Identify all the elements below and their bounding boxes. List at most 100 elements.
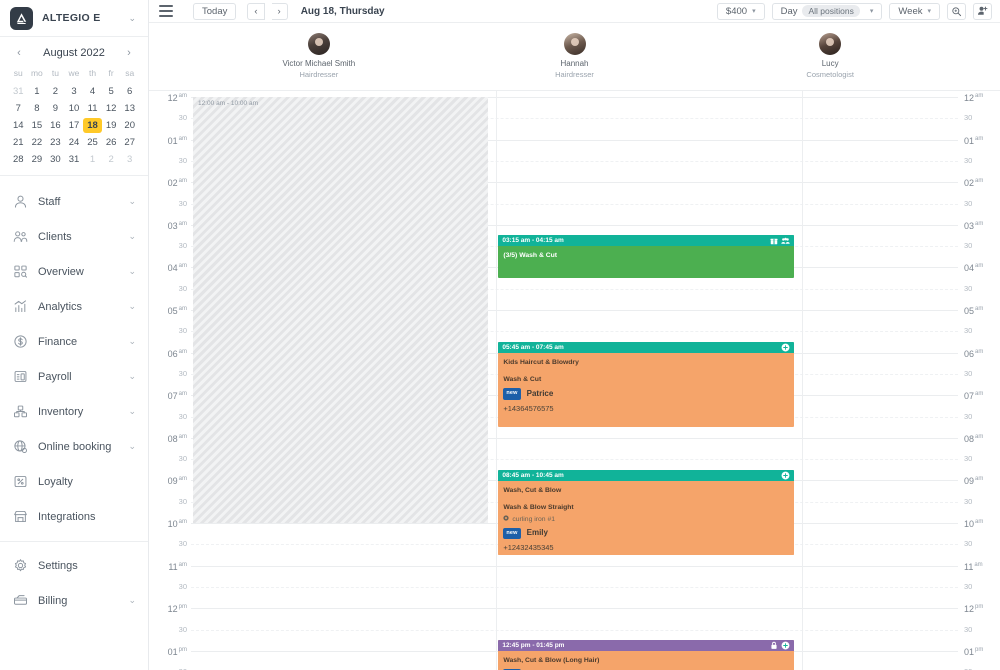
calendar-day[interactable]: 21 bbox=[9, 135, 28, 150]
time-hour: 12 bbox=[964, 93, 975, 103]
sidebar-item-label: Payroll bbox=[38, 370, 72, 383]
time-meridiem: am bbox=[178, 306, 187, 312]
hamburger-icon[interactable] bbox=[159, 5, 173, 17]
chevron-down-icon: ▾ bbox=[752, 8, 756, 15]
sidebar-item-analytics[interactable]: Analytics ⌄ bbox=[0, 289, 148, 324]
calendar-day[interactable]: 9 bbox=[46, 101, 65, 116]
chevron-down-icon[interactable]: ⌄ bbox=[128, 595, 136, 606]
calendar-day[interactable]: 3 bbox=[120, 152, 139, 167]
sidebar-item-clients[interactable]: Clients ⌄ bbox=[0, 219, 148, 254]
calendar-day[interactable]: 30 bbox=[46, 152, 65, 167]
sidebar-item-billing[interactable]: Billing ⌄ bbox=[0, 583, 148, 618]
chevron-down-icon[interactable]: ⌄ bbox=[128, 266, 136, 277]
sidebar-item-overview[interactable]: Overview ⌄ bbox=[0, 254, 148, 289]
period-select-button[interactable]: Week ▾ bbox=[889, 2, 940, 20]
calendar-day[interactable]: 2 bbox=[102, 152, 121, 167]
time-label-half: 30 bbox=[178, 411, 187, 421]
calendar-day[interactable]: 15 bbox=[28, 118, 47, 133]
calendar-day[interactable]: 23 bbox=[46, 135, 65, 150]
time-label-half: 30 bbox=[178, 113, 187, 123]
chevron-down-icon[interactable]: ⌄ bbox=[128, 336, 136, 347]
chevron-down-icon[interactable]: ⌄ bbox=[128, 196, 136, 207]
calendar-day[interactable]: 20 bbox=[120, 118, 139, 133]
next-day-button[interactable]: › bbox=[271, 2, 288, 20]
appointment-service: Wash & Cut bbox=[503, 375, 542, 383]
plus-circle-icon[interactable] bbox=[781, 641, 790, 650]
calendar-day[interactable]: 1 bbox=[28, 84, 47, 99]
sidebar-item-staff[interactable]: Staff ⌄ bbox=[0, 184, 148, 219]
calendar-day[interactable]: 13 bbox=[120, 101, 139, 116]
calendar-day[interactable]: 16 bbox=[46, 118, 65, 133]
calendar-day[interactable]: 7 bbox=[9, 101, 28, 116]
prev-day-button[interactable]: ‹ bbox=[247, 2, 265, 20]
staff-column-header[interactable]: Hannah Hairdresser bbox=[447, 23, 703, 90]
calendar-day-selected[interactable]: 18 bbox=[83, 118, 102, 133]
positions-filter-button[interactable]: Day All positions ▾ bbox=[771, 2, 883, 20]
sidebar-item-inventory[interactable]: Inventory ⌄ bbox=[0, 394, 148, 429]
calendar-day[interactable]: 29 bbox=[28, 152, 47, 167]
calendar-day[interactable]: 31 bbox=[65, 152, 84, 167]
calendar-day[interactable]: 4 bbox=[83, 84, 102, 99]
time-label-half: 30 bbox=[964, 241, 973, 251]
calendar-day[interactable]: 5 bbox=[102, 84, 121, 99]
brand-header[interactable]: ALTEGIO E ⌄ bbox=[0, 0, 148, 37]
calendar-day[interactable]: 1 bbox=[83, 152, 102, 167]
calendar-day[interactable]: 19 bbox=[102, 118, 121, 133]
calendar-day[interactable]: 10 bbox=[65, 101, 84, 116]
sidebar-item-payroll[interactable]: Payroll ⌄ bbox=[0, 359, 148, 394]
sidebar-item-online-booking[interactable]: Online booking ⌄ bbox=[0, 429, 148, 464]
calendar-day[interactable]: 12 bbox=[102, 101, 121, 116]
gift-icon[interactable] bbox=[770, 237, 778, 245]
calendar-day[interactable]: 25 bbox=[83, 135, 102, 150]
calendar-day[interactable]: 3 bbox=[65, 84, 84, 99]
time-meridiem: am bbox=[178, 220, 187, 227]
amount-filter-button[interactable]: $400 ▾ bbox=[716, 2, 765, 20]
time-meridiem: am bbox=[975, 178, 984, 185]
chevron-down-icon[interactable]: ⌄ bbox=[128, 371, 136, 382]
plus-circle-icon[interactable] bbox=[781, 471, 790, 480]
sidebar-item-label: Loyalty bbox=[38, 475, 73, 488]
chevron-down-icon[interactable]: ⌄ bbox=[128, 406, 136, 417]
staff-column-header[interactable]: Lucy Cosmetologist bbox=[702, 23, 958, 90]
appointment-card[interactable]: 08:45 am - 10:45 am Wash, Cut & Blow Wash … bbox=[498, 469, 794, 555]
sidebar-item-finance[interactable]: Finance ⌄ bbox=[0, 324, 148, 359]
user-icon bbox=[12, 194, 28, 210]
calendar-next-month-button[interactable]: › bbox=[122, 47, 136, 59]
add-user-icon[interactable] bbox=[973, 2, 992, 20]
plus-circle-icon[interactable] bbox=[781, 343, 790, 352]
calendar-day[interactable]: 24 bbox=[65, 135, 84, 150]
calendar-day[interactable]: 14 bbox=[9, 118, 28, 133]
time-hour: 07 bbox=[964, 391, 975, 402]
sidebar-item-label: Overview bbox=[38, 265, 84, 278]
calendar-day[interactable]: 11 bbox=[83, 101, 102, 116]
calendar-day[interactable]: 28 bbox=[9, 152, 28, 167]
sidebar-item-loyalty[interactable]: Loyalty bbox=[0, 464, 148, 499]
calendar-day[interactable]: 6 bbox=[120, 84, 139, 99]
sidebar-item-integrations[interactable]: Integrations bbox=[0, 499, 148, 534]
time-hour: 06 bbox=[167, 348, 178, 359]
calendar-day[interactable]: 22 bbox=[28, 135, 47, 150]
calendar-prev-month-button[interactable]: ‹ bbox=[12, 47, 26, 59]
search-zoom-icon[interactable] bbox=[947, 2, 966, 20]
group-icon[interactable] bbox=[780, 237, 790, 245]
staff-column-header[interactable]: Victor Michael Smith Hairdresser bbox=[191, 23, 447, 90]
chevron-down-icon[interactable]: ⌄ bbox=[128, 441, 136, 452]
calendar-day[interactable]: 26 bbox=[102, 135, 121, 150]
calendar-day[interactable]: 31 bbox=[9, 84, 28, 99]
appointment-card[interactable]: 05:45 am - 07:45 am Kids Haircut & Blowdr… bbox=[498, 341, 794, 428]
appointment-card[interactable]: 03:15 am - 04:15 am (3/5) Wash & Cut bbox=[498, 235, 794, 279]
calendar-day[interactable]: 17 bbox=[65, 118, 84, 133]
today-button[interactable]: Today bbox=[193, 2, 237, 20]
calendar-day[interactable]: 2 bbox=[46, 84, 65, 99]
blocked-time-slot[interactable]: 12:00 am - 10:00 am bbox=[193, 97, 489, 523]
staff-column-divider bbox=[496, 91, 498, 670]
lock-icon[interactable] bbox=[770, 641, 778, 650]
chevron-down-icon[interactable]: ⌄ bbox=[128, 231, 136, 242]
sidebar-item-label: Analytics bbox=[38, 300, 83, 313]
calendar-day[interactable]: 8 bbox=[28, 101, 47, 116]
chevron-down-icon[interactable]: ⌄ bbox=[128, 13, 136, 24]
sidebar-item-settings[interactable]: Settings bbox=[0, 548, 148, 583]
calendar-day[interactable]: 27 bbox=[120, 135, 139, 150]
chevron-down-icon[interactable]: ⌄ bbox=[128, 301, 136, 312]
appointment-card[interactable]: 12:45 pm - 01:45 pm Wash, Cut & Blow (Lon… bbox=[498, 640, 794, 670]
